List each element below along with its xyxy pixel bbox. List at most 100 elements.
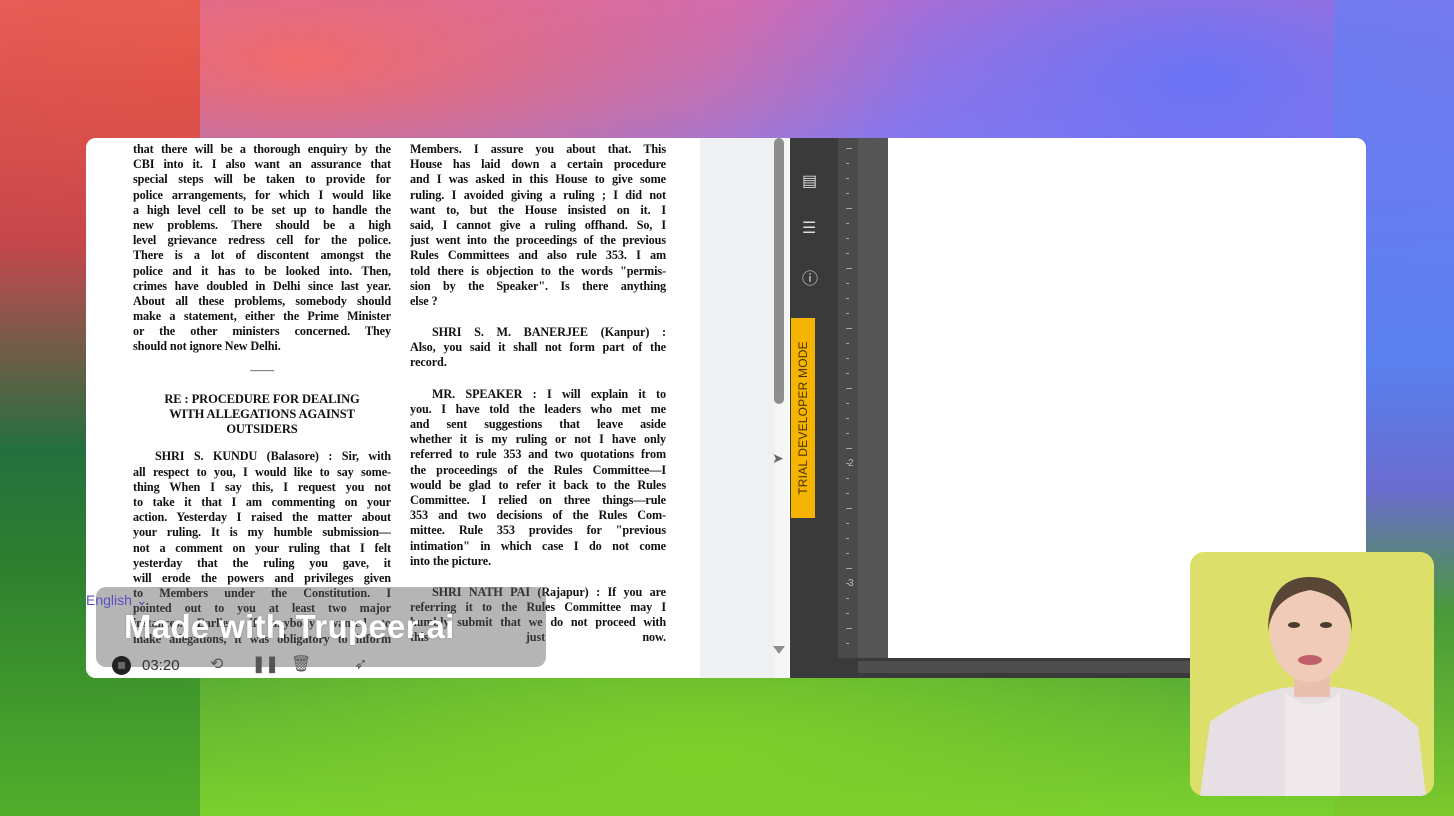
ruler-tick [846,448,852,449]
ruler-tick [846,238,849,239]
ruler-tick [846,628,852,629]
text-line: police arrangements, for which I would l… [133,187,391,202]
pause-icon[interactable]: ❚❚ [252,654,279,674]
ruler-tick [846,598,849,599]
comment-icon[interactable]: ▤ [802,171,817,191]
text-line: Committee. I relied on three things—rule [410,492,666,507]
list-icon[interactable]: ☰ [802,218,816,238]
ruler-tick [846,613,849,614]
ruler-tick [846,538,849,539]
text-line: not a comment on your ruling that I felt [133,540,391,555]
text-line: level grievance redress cell for the pol… [133,233,391,248]
info-icon[interactable]: ⓘ [802,265,818,289]
ruler-tick [846,643,849,644]
ruler-tick [846,268,852,269]
presenter-webcam [1190,552,1434,796]
ruler-tick [846,223,849,224]
text-line: police and it has to be looked into. The… [133,263,391,278]
text-line: About all these problems, somebody shoul… [133,293,391,308]
ruler-number: 3 [848,578,854,589]
text-line: House has laid down a certain procedure [410,157,666,172]
text-line: would be glad to refer it back to the Ru… [410,477,666,492]
text-line: action. Yesterday I raised the matter ab… [133,510,391,525]
text-line: into the picture. [410,553,492,568]
text-line: whether it is my ruling or not I have on… [410,432,666,447]
text-line: else ? [410,293,438,308]
text-line: sion by the Speaker". Is there anything [410,278,666,293]
mouse-cursor-icon: ➤ [772,450,784,466]
text-line: and I was asked in this House to give so… [410,172,666,187]
ruler-tick [846,313,849,314]
ruler-tick [846,283,849,284]
text-line: crimes have doubled in Delhi since last … [133,278,391,293]
pointer-icon[interactable]: ➶ [354,654,367,674]
text-line: SHRI S. M. BANERJEE (Kanpur) : [432,325,666,340]
ruler-number: 2 [848,458,854,469]
text-line: and sent suggestions that leave aside [410,417,666,431]
right-column: Members. I assure you about that. This Ho… [410,142,666,646]
text-line: the proceedings of the Rules Committee—I [410,462,666,477]
ruler-tick [846,208,852,209]
scrollbar-thumb[interactable] [774,138,784,404]
text-line: Also, you said it shall not form part of… [410,340,666,355]
elapsed-time: 03:20 [142,657,180,674]
text-line: Members. I assure you about that. This [410,142,666,156]
language-selector[interactable]: English ⌄ [86,592,148,609]
text-line: record. [410,355,447,370]
text-line: you. I have told the leaders who met me [410,401,666,416]
text-line: your ruling. It is my humble submission— [133,525,391,540]
text-line: that there will be a thorough enquiry by… [133,142,391,156]
text-line: want to, but the House insisted on it. I [410,202,666,217]
trial-developer-mode-badge: TRIAL DEVELOPER MODE [791,318,815,518]
page-margin [700,138,775,678]
ruler-gutter [858,138,888,658]
text-line: There is a lot of discontent amongst the [133,248,391,263]
text-line: WITH ALLEGATIONS AGAINST [169,407,355,421]
ruler-tick [846,178,849,179]
text-line: told there is objection to the words "pe… [410,263,666,278]
delete-icon[interactable]: 🗑 [291,654,311,674]
ruler-tick [846,193,849,194]
text-line: SHRI S. KUNDU (Balasore) : Sir, with [155,449,391,464]
ruler-tick [846,478,849,479]
ruler-tick [846,358,849,359]
text-line: said, I cannot give a ruling offhand. So… [410,217,666,232]
chevron-down-icon: ⌄ [135,592,148,608]
ruler-tick [846,418,849,419]
left-column: that there will be a thorough enquiry by… [133,142,391,647]
ruler-tick [846,388,852,389]
text-line: new problems. There should be a high [133,217,391,232]
text-line: RE : PROCEDURE FOR DEALING [164,391,360,406]
text-line: yesterday that the ruling you gave, it [133,555,391,570]
ruler-tick [846,298,849,299]
text-line: mittee. Rule 353 provides for "previous [410,523,666,538]
text-line: intimation" in which case I do not come [410,538,666,553]
ruler-tick [846,508,852,509]
ruler-tick [846,343,849,344]
text-line: should not ignore New Delhi. [133,339,281,354]
text-line: thing When I say this, I request you not [133,479,391,494]
ruler-tick [846,553,849,554]
restart-icon[interactable]: ⟲ [210,654,223,674]
stop-record-button[interactable] [112,656,131,675]
text-line: will erode the powers and privileges giv… [133,570,391,585]
text-line: special steps will be taken to provide f… [133,172,391,187]
text-line: to take it that I am commenting on your [133,494,391,509]
text-line: MR. SPEAKER : I will explain it to [432,386,666,401]
text-line: just went into the proceedings of the pr… [410,233,666,248]
ruler-tick [846,253,849,254]
scroll-down-arrow[interactable] [773,646,785,654]
text-line: referred to rule 353 and two quotations … [410,447,666,462]
branding-watermark: Made with Trupeer.ai [124,608,455,645]
text-line: all respect to you, I would like to say … [133,464,391,479]
ruler-tick [846,568,852,569]
text-line: or the other ministers concerned. They [133,324,391,339]
section-separator: ——— [250,365,274,375]
text-line: OUTSIDERS [226,422,298,437]
text-line: Rules Committees and also rule 353. I am [410,248,666,263]
